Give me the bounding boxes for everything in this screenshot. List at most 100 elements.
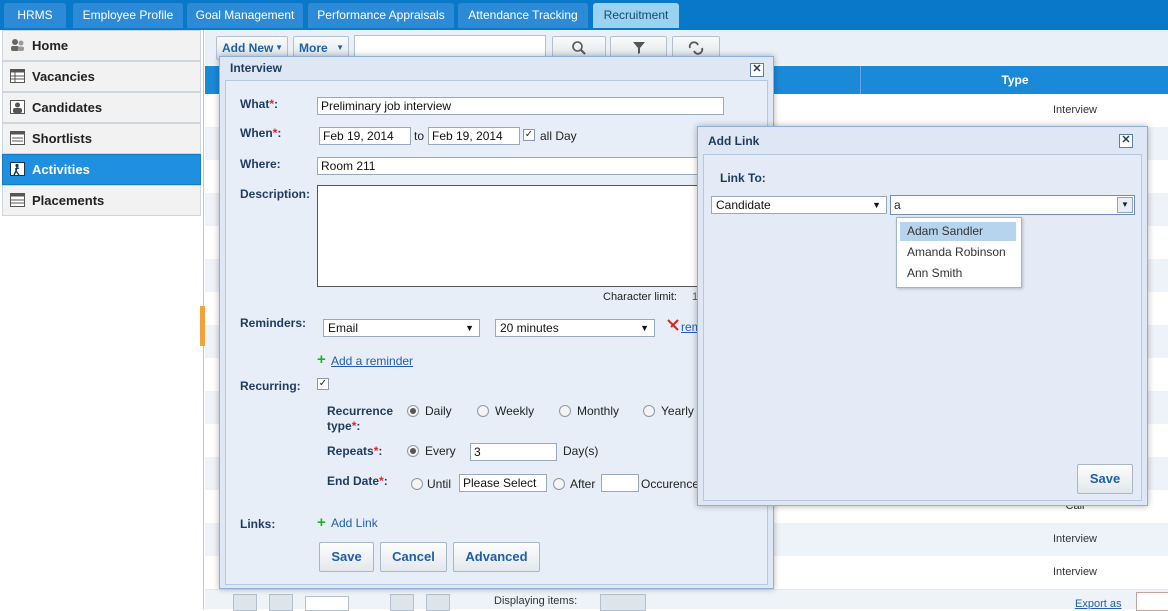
close-icon[interactable]: ✕	[1119, 134, 1133, 148]
link-type-value: Candidate	[716, 198, 771, 212]
recurring-label: Recurring:	[240, 379, 301, 393]
tab-employee-profile[interactable]: Employee Profile	[73, 3, 183, 28]
list-item[interactable]: Ann Smith	[900, 264, 1016, 283]
sidebar-item-home[interactable]: Home	[2, 30, 201, 61]
remove-icon[interactable]	[667, 319, 679, 331]
close-icon[interactable]: ✕	[750, 63, 764, 77]
add-reminder-link[interactable]: Add a reminder	[331, 354, 413, 368]
recurrence-yearly-label: Yearly	[661, 404, 694, 418]
description-label: Description:	[240, 187, 311, 201]
what-input[interactable]: Preliminary job interview	[317, 97, 724, 115]
chevron-down-icon: ▼	[465, 323, 474, 333]
recurrence-monthly-radio[interactable]	[559, 405, 571, 417]
add-link-dialog: Add Link ✕ Link To: Candidate ▼ a ▼ Save	[697, 126, 1148, 506]
link-type-select[interactable]: Candidate ▼	[711, 196, 887, 214]
reminder-time-select[interactable]: 20 minutes ▼	[495, 319, 655, 337]
list-item[interactable]: Amanda Robinson	[900, 243, 1016, 262]
recurrence-monthly-label: Monthly	[577, 404, 620, 418]
plus-icon: +	[317, 514, 326, 531]
interview-dialog: Interview ✕ What*: Preliminary job inter…	[219, 56, 774, 589]
sidebar-item-shortlists[interactable]: Shortlists	[2, 123, 201, 154]
sidebar-item-label: Home	[32, 38, 69, 53]
start-date-input[interactable]: Feb 19, 2014	[319, 127, 411, 145]
last-page-button[interactable]	[426, 594, 450, 611]
candidate-suggestions-list: Adam Sandler Amanda Robinson Ann Smith	[896, 217, 1022, 288]
end-date-input[interactable]: Feb 19, 2014	[428, 127, 520, 145]
recurrence-yearly-radio[interactable]	[643, 405, 655, 417]
sidebar-item-label: Vacancies	[32, 69, 95, 84]
plus-icon: +	[317, 351, 326, 368]
repeat-interval-input[interactable]: 3	[470, 443, 557, 461]
every-label: Every	[425, 444, 456, 458]
candidates-icon	[10, 100, 25, 114]
recurrence-daily-label: Daily	[425, 404, 452, 418]
where-input[interactable]: Room 211	[317, 157, 724, 175]
character-limit-label: Character limit:	[603, 291, 677, 303]
occurences-input[interactable]	[601, 474, 639, 492]
add-link-button[interactable]: Add Link	[331, 516, 378, 530]
where-label: Where:	[240, 157, 281, 171]
what-label: What*:	[240, 97, 278, 111]
occurences-label: Occurences	[641, 477, 706, 491]
recurrence-weekly-radio[interactable]	[477, 405, 489, 417]
tab-hrms[interactable]: HRMS	[4, 3, 66, 28]
add-link-save-button[interactable]: Save	[1077, 464, 1133, 494]
table-icon	[10, 69, 25, 83]
displaying-items-label: Displaying items:	[494, 595, 578, 607]
chevron-down-icon: ▼	[872, 200, 881, 210]
first-page-button[interactable]	[233, 594, 257, 611]
prev-page-button[interactable]	[269, 594, 293, 611]
repeats-every-radio[interactable]	[407, 445, 419, 457]
people-icon	[11, 39, 24, 51]
cancel-button[interactable]: Cancel	[380, 542, 447, 572]
top-tab-bar: HRMS Employee Profile Goal Management Pe…	[0, 0, 1168, 30]
days-label: Day(s)	[563, 444, 599, 458]
after-label: After	[570, 477, 596, 491]
sidebar: Home Vacancies Candidates Shortlists Act…	[0, 30, 204, 609]
list-item[interactable]: Adam Sandler	[900, 222, 1016, 241]
save-button[interactable]: Save	[319, 542, 374, 572]
tab-recruitment[interactable]: Recruitment	[593, 3, 679, 28]
when-label: When*:	[240, 126, 282, 140]
list-icon	[10, 131, 25, 145]
until-date-input[interactable]: Please Select	[459, 474, 547, 492]
reminders-label: Reminders:	[240, 316, 307, 330]
link-search-value: a	[894, 198, 901, 212]
all-day-checkbox[interactable]: ✓	[523, 129, 535, 141]
advanced-button[interactable]: Advanced	[453, 542, 540, 572]
activity-icon	[10, 162, 25, 176]
table-icon	[10, 193, 25, 207]
end-date-label: End Date*:	[327, 474, 388, 488]
end-after-radio[interactable]	[553, 478, 565, 490]
type-column-header[interactable]: Type	[860, 66, 1168, 94]
export-pdf-button[interactable]	[1136, 592, 1168, 611]
filter-icon	[632, 42, 645, 54]
sidebar-item-label: Placements	[32, 193, 105, 208]
end-until-radio[interactable]	[411, 478, 423, 490]
tab-attendance-tracking[interactable]: Attendance Tracking	[458, 3, 588, 28]
sidebar-item-vacancies[interactable]: Vacancies	[2, 61, 201, 92]
chevron-down-icon[interactable]: ▼	[1117, 197, 1133, 213]
recurring-checkbox[interactable]: ✓	[317, 378, 329, 390]
link-search-combobox[interactable]: a ▼	[890, 195, 1135, 215]
reminder-type-select[interactable]: Email ▼	[323, 319, 480, 337]
sidebar-item-candidates[interactable]: Candidates	[2, 92, 201, 123]
tab-goal-management[interactable]: Goal Management	[187, 3, 303, 28]
export-link[interactable]: Export as	[1075, 598, 1121, 610]
tab-performance-appraisals[interactable]: Performance Appraisals	[308, 3, 454, 28]
sidebar-item-activities[interactable]: Activities	[2, 154, 201, 185]
link-to-label: Link To:	[720, 171, 766, 185]
sidebar-item-placements[interactable]: Placements	[2, 185, 201, 216]
type-cell: Interview	[1052, 566, 1098, 578]
reminder-time-value: 20 minutes	[500, 321, 559, 335]
recurrence-daily-radio[interactable]	[407, 405, 419, 417]
description-textarea[interactable]	[317, 185, 724, 287]
refresh-pager-button[interactable]	[600, 594, 646, 611]
next-page-button[interactable]	[390, 594, 414, 611]
chevron-down-icon: ▼	[640, 323, 649, 333]
sidebar-item-label: Shortlists	[32, 131, 92, 146]
sidebar-item-label: Activities	[32, 162, 90, 177]
dialog-title: Add Link	[708, 134, 760, 148]
repeats-label: Repeats*:	[327, 444, 383, 458]
until-label: Until	[427, 477, 452, 491]
